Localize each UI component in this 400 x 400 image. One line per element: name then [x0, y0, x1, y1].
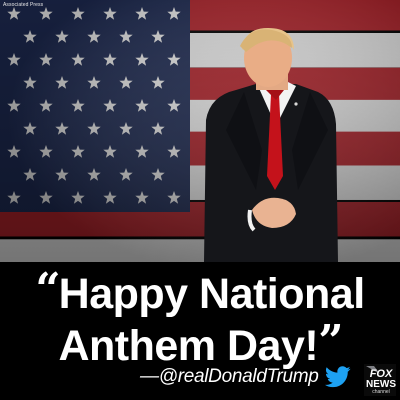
- fox-news-logo: FOX NEWS channel: [364, 364, 396, 396]
- flag-portrait-photo: Associated Press: [0, 0, 400, 262]
- quote-line-1-text: Happy National: [58, 270, 366, 318]
- svg-text:channel: channel: [372, 389, 390, 395]
- post-image: Associated Press “Happy National Anthem …: [0, 0, 400, 400]
- attribution: —@realDonaldTrump: [140, 366, 351, 388]
- open-quote-mark: “: [35, 264, 60, 315]
- quote-line-2: Anthem Day!”: [0, 316, 400, 371]
- twitter-handle: —@realDonaldTrump: [140, 366, 319, 387]
- quote-line-2-text: Anthem Day!: [58, 322, 319, 370]
- photo-credit: Associated Press: [3, 2, 44, 8]
- twitter-bird-icon: [324, 366, 351, 388]
- quote-line-1: “Happy National: [0, 264, 400, 319]
- close-quote-mark: ”: [318, 316, 343, 367]
- photo-scene: [0, 0, 400, 262]
- quote-text: “Happy National Anthem Day!”: [0, 264, 400, 371]
